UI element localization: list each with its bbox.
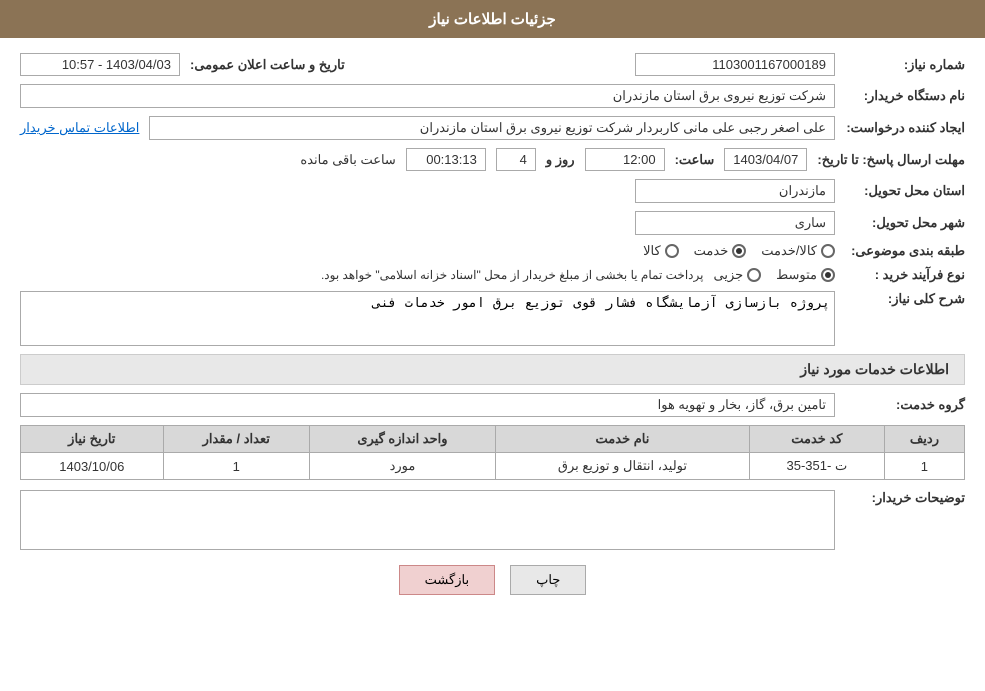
col-tarikh: تاریخ نیاز (21, 426, 164, 453)
radio-circle-khedmat (732, 244, 746, 258)
tabaqe-label: طبقه بندی موضوعی: (845, 243, 965, 259)
saat-value: 12:00 (585, 148, 665, 171)
radio-label-motavaset: متوسط (776, 267, 817, 283)
radio-khedmat[interactable]: خدمت (694, 243, 747, 259)
tarikh-aalan-label: تاریخ و ساعت اعلان عمومی: (190, 57, 345, 73)
col-radif: ردیف (884, 426, 964, 453)
radio-label-kala-khedmat: کالا/خدمت (761, 243, 817, 259)
col-tedad: تعداد / مقدار (163, 426, 309, 453)
shomara-value: 1103001167000189 (635, 53, 835, 76)
nooe-label: نوع فرآیند خرید : (845, 267, 965, 283)
mohlet-label: مهلت ارسال پاسخ: تا تاریخ: (817, 152, 965, 168)
table-cell: تولید، انتقال و توزیع برق (496, 453, 750, 480)
radio-label-jozei: جزیی (713, 267, 743, 283)
saat-baqi-label: ساعت باقی مانده (300, 152, 395, 168)
row-tabaqe: طبقه بندی موضوعی: کالا/خدمت خدمت کالا (20, 243, 965, 259)
tozihat-textarea[interactable] (20, 490, 835, 550)
sharh-label: شرح کلی نیاز: (845, 291, 965, 307)
gorooh-label: گروه خدمت: (845, 397, 965, 413)
ettelaat-link[interactable]: اطلاعات تماس خریدار (20, 120, 139, 136)
table-cell: ت -351-35 (749, 453, 884, 480)
gorooh-value: تامین برق، گاز، بخار و تهویه هوا (20, 393, 835, 417)
saat-label: ساعت: (675, 152, 715, 168)
table-cell: مورد (309, 453, 495, 480)
row-ostan: استان محل تحویل: مازندران (20, 179, 965, 203)
row-mohlet: مهلت ارسال پاسخ: تا تاریخ: 1403/04/07 سا… (20, 148, 965, 171)
shomara-label: شماره نیاز: (845, 57, 965, 73)
sharh-textarea[interactable] (20, 291, 835, 346)
row-sharh: شرح کلی نیاز: (20, 291, 965, 346)
tabaqe-radio-group: کالا/خدمت خدمت کالا (643, 243, 835, 259)
button-row: چاپ بازگشت (20, 565, 965, 595)
services-table-container: ردیف کد خدمت نام خدمت واحد اندازه گیری ت… (20, 425, 965, 480)
radio-label-kala: کالا (643, 243, 661, 259)
row-dastgah: نام دستگاه خریدار: شرکت توزیع نیروی برق … (20, 84, 965, 108)
page-title: جزئیات اطلاعات نیاز (429, 11, 556, 28)
main-content: شماره نیاز: 1103001167000189 تاریخ و ساع… (0, 38, 985, 625)
row-shahr: شهر محل تحویل: ساری (20, 211, 965, 235)
radio-circle-jozei (747, 268, 761, 282)
col-kod: کد خدمت (749, 426, 884, 453)
tozihat-label: توضیحات خریدار: (845, 490, 965, 506)
nooe-text: پرداخت تمام یا بخشی از مبلغ خریدار از مح… (321, 268, 704, 282)
col-vahed: واحد اندازه گیری (309, 426, 495, 453)
ostan-label: استان محل تحویل: (845, 183, 965, 199)
radio-circle-motavaset (821, 268, 835, 282)
row-nooe: نوع فرآیند خرید : متوسط جزیی پرداخت تمام… (20, 267, 965, 283)
ettelaat-khedmat-title: اطلاعات خدمات مورد نیاز (20, 354, 965, 385)
row-shomara: شماره نیاز: 1103001167000189 تاریخ و ساع… (20, 53, 965, 76)
back-button[interactable]: بازگشت (399, 565, 495, 595)
services-table: ردیف کد خدمت نام خدمت واحد اندازه گیری ت… (20, 425, 965, 480)
tarikh-value: 1403/04/07 (724, 148, 807, 171)
radio-kala-khedmat[interactable]: کالا/خدمت (761, 243, 835, 259)
ijad-value: علی اصغر رجبی علی مانی کاربردار شرکت توز… (149, 116, 835, 140)
radio-jozei[interactable]: جزیی (713, 267, 761, 283)
ijad-label: ایجاد کننده درخواست: (845, 120, 965, 136)
radio-circle-kala-khedmat (821, 244, 835, 258)
table-cell: 1 (163, 453, 309, 480)
shahr-label: شهر محل تحویل: (845, 215, 965, 231)
table-cell: 1403/10/06 (21, 453, 164, 480)
dastgah-label: نام دستگاه خریدار: (845, 88, 965, 104)
dastgah-value: شرکت توزیع نیروی برق استان مازندران (20, 84, 835, 108)
page-header: جزئیات اطلاعات نیاز (0, 0, 985, 38)
row-ijad: ایجاد کننده درخواست: علی اصغر رجبی علی م… (20, 116, 965, 140)
shahr-value: ساری (635, 211, 835, 235)
table-row: 1ت -351-35تولید، انتقال و توزیع برقمورد1… (21, 453, 965, 480)
table-cell: 1 (884, 453, 964, 480)
nooe-radio-group: متوسط جزیی (713, 267, 835, 283)
table-header-row: ردیف کد خدمت نام خدمت واحد اندازه گیری ت… (21, 426, 965, 453)
radio-label-khedmat: خدمت (694, 243, 729, 259)
rooz-label: روز و (546, 152, 575, 168)
rooz-value: 4 (496, 148, 536, 171)
row-tozihat: توضیحات خریدار: (20, 490, 965, 550)
print-button[interactable]: چاپ (510, 565, 586, 595)
radio-kala[interactable]: کالا (643, 243, 679, 259)
radio-circle-kala (665, 244, 679, 258)
page-wrapper: جزئیات اطلاعات نیاز شماره نیاز: 11030011… (0, 0, 985, 691)
col-nam: نام خدمت (496, 426, 750, 453)
tarikh-aalan-value: 1403/04/03 - 10:57 (20, 53, 180, 76)
radio-motavaset[interactable]: متوسط (776, 267, 835, 283)
row-gorooh: گروه خدمت: تامین برق، گاز، بخار و تهویه … (20, 393, 965, 417)
saat-baqi-value: 00:13:13 (406, 148, 486, 171)
ostan-value: مازندران (635, 179, 835, 203)
